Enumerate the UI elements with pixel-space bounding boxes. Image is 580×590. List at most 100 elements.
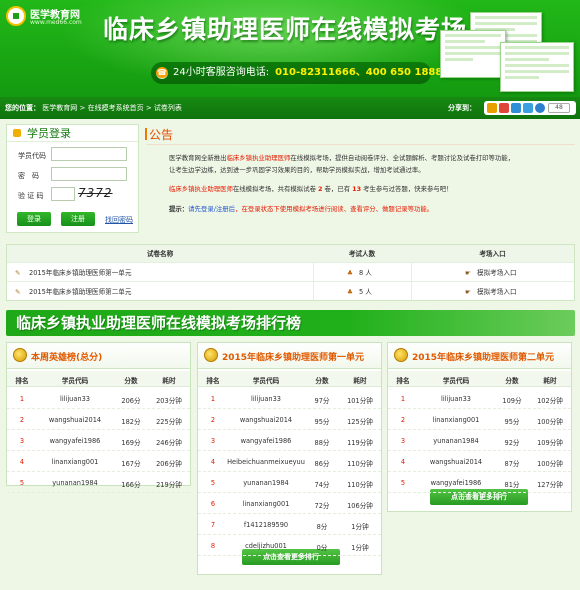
rank-header-cell: 排名 <box>206 377 220 385</box>
rank-user: linanxiang001 <box>242 500 290 508</box>
notice-title: 公告 <box>144 128 174 142</box>
paper-name[interactable]: 2015年临床乡镇助理医师第一单元 <box>29 264 132 282</box>
share-tencent-icon[interactable] <box>511 103 521 113</box>
table-row: ✎ 2015年临床乡镇助理医师第二单元 ♣ 5 人 ☛ 模拟考场入口 <box>7 283 574 301</box>
rank-time: 100分钟 <box>537 418 563 426</box>
share-label: 分享到： <box>448 104 476 112</box>
rank-user: lilijuan33 <box>60 395 90 403</box>
rank-user: yunanan1984 <box>52 479 98 487</box>
rank-header-cell: 学员代码 <box>61 377 89 385</box>
login-register-link[interactable]: 请先登录/注册后 <box>188 205 235 213</box>
rank-score: 0分 <box>316 544 328 552</box>
exam-entry-link[interactable]: 模拟考场入口 <box>477 283 517 301</box>
rank-score: 95分 <box>314 418 330 426</box>
rank-user: wangshuai2014 <box>429 458 483 466</box>
rank-rank: 4 <box>400 458 406 466</box>
rank-time: 125分钟 <box>347 418 373 426</box>
rank-rank: 6 <box>210 500 216 508</box>
field-label-password: 密 码 <box>18 172 39 180</box>
rank-score: 87分 <box>504 460 520 468</box>
breadcrumb-mock-system[interactable]: 在线模考系统首页 <box>88 104 144 112</box>
hotline-label: 24小时客服咨询电话: <box>173 67 270 78</box>
usercode-input[interactable] <box>51 147 127 161</box>
notice-text: 医学教育网全新推出 <box>169 154 227 162</box>
rank-row: 2 wangshuai2014 182分 225分钟 <box>7 409 190 430</box>
rank-time: 127分钟 <box>537 481 563 489</box>
breadcrumb-paper-list[interactable]: 试卷列表 <box>154 104 182 112</box>
rank-score: 166分 <box>121 481 141 489</box>
rank-user: linanxiang001 <box>51 458 99 466</box>
weekly-hero-panel: 本周英雄榜(总分) 排名 学员代码 分数 耗时 1 lilijuan33 206分 203分钟… <box>6 342 191 493</box>
rank-time: 110分钟 <box>347 460 373 468</box>
rank-rank: 7 <box>210 521 216 529</box>
breadcrumb-home[interactable]: 医学教育网 <box>42 104 77 112</box>
notice-paragraph-2: 临床乡镇执业助理医师在线模拟考场，共有模拟试卷 2 卷，已有 13 考生参与过答… <box>169 183 453 195</box>
rank-rank: 1 <box>400 395 406 403</box>
paper-count: 2 <box>318 185 323 193</box>
rank-time: 106分钟 <box>347 502 373 510</box>
rank-row: 7 f1412189590 8分 1分钟 <box>198 514 381 535</box>
notice-tip: 提示：请先登录/注册后，在登录状态下使用模拟考场进行阅读、查看评分、做题记录等功… <box>169 203 433 215</box>
rank-rank: 2 <box>19 416 25 424</box>
site-logo[interactable]: 医学教育网 www.med66.com <box>6 4 106 28</box>
participant-count: 5 人 <box>359 288 372 296</box>
rank-row: 5 wangyafei1986 81分 127分钟 <box>388 472 571 493</box>
forgot-password-link[interactable]: 找回密码 <box>105 215 133 225</box>
people-icon: ♣ <box>347 269 353 277</box>
share-icons: 48 <box>484 101 576 115</box>
rank-table-header: 排名 学员代码 分数 耗时 <box>198 371 381 387</box>
register-button[interactable]: 注册 <box>61 212 95 226</box>
rank-rank: 1 <box>19 395 25 403</box>
share-weibo-icon[interactable] <box>499 103 509 113</box>
captcha-input[interactable] <box>51 187 75 201</box>
rank-user: Heibeichuanmeixueyuu <box>227 458 305 466</box>
rank-header-cell: 学员代码 <box>252 377 280 385</box>
rank-score: 109分 <box>502 397 522 405</box>
paper-name[interactable]: 2015年临床乡镇助理医师第二单元 <box>29 283 132 301</box>
rank-user: cdeljizhu001 <box>245 542 287 550</box>
captcha-image[interactable]: 7372 <box>78 186 126 201</box>
notice-divider <box>147 144 575 145</box>
header-participants: 考试人数 <box>348 250 376 258</box>
rank-time: 1分钟 <box>351 523 369 531</box>
rank-row: 4 Heibeichuanmeixueyuu 86分 110分钟 <box>198 451 381 472</box>
table-header-row: 试卷名称 考试人数 考场入口 <box>7 245 574 263</box>
notice-text: 卷，已有 <box>324 185 351 193</box>
rank-user: yunanan1984 <box>243 479 289 487</box>
rank-header-cell: 耗时 <box>543 377 557 385</box>
paper-icon: ✎ <box>15 288 21 296</box>
rank-time: 206分钟 <box>156 460 182 468</box>
rank-row: 2 wangshuai2014 95分 125分钟 <box>198 409 381 430</box>
rank-rank: 2 <box>210 416 216 424</box>
rank-header-cell: 分数 <box>505 377 519 385</box>
notice-paragraph-1b: 让考生边学边练，达到进一步巩固学习效果的目的，帮助学员模拟实战，增加考试通过率。 <box>169 166 425 174</box>
rank-time: 1分钟 <box>351 544 369 552</box>
notice-text: 在线模拟考场，共有模拟试卷 <box>232 185 316 193</box>
rank-rank: 3 <box>210 437 216 445</box>
exam-screenshots-illustration <box>440 12 580 94</box>
rank-header-cell: 分数 <box>124 377 138 385</box>
rank-row: 2 linanxiang001 95分 100分钟 <box>388 409 571 430</box>
login-button[interactable]: 登录 <box>17 212 51 226</box>
password-input[interactable] <box>51 167 127 181</box>
rank-score: 86分 <box>314 460 330 468</box>
rank-row: 3 wangyafei1986 88分 119分钟 <box>198 430 381 451</box>
rank-score: 97分 <box>314 397 330 405</box>
logo-url: www.med66.com <box>30 19 82 26</box>
rank-rank: 3 <box>400 437 406 445</box>
share-more-icon[interactable] <box>535 103 545 113</box>
share-renren-icon[interactable] <box>523 103 533 113</box>
share-qzone-icon[interactable] <box>487 103 497 113</box>
rank-rank: 8 <box>210 542 216 550</box>
rank-header-cell: 排名 <box>15 377 29 385</box>
rank-score: 95分 <box>504 418 520 426</box>
rank-row: 5 yunanan1984 74分 110分钟 <box>198 472 381 493</box>
medal-icon <box>394 348 408 362</box>
notice-highlight: 临床乡镇执业助理医师 <box>226 154 291 162</box>
rank-table-header: 排名 学员代码 分数 耗时 <box>7 371 190 387</box>
rank-time: 102分钟 <box>537 397 563 405</box>
rank-row: 3 wangyafei1986 169分 246分钟 <box>7 430 190 451</box>
nav-bar: 您的位置： 医学教育网 > 在线模考系统首页 > 试卷列表 分享到： 48 <box>0 97 580 119</box>
exam-entry-link[interactable]: 模拟考场入口 <box>477 264 517 282</box>
rank-row: 4 linanxiang001 167分 206分钟 <box>7 451 190 472</box>
